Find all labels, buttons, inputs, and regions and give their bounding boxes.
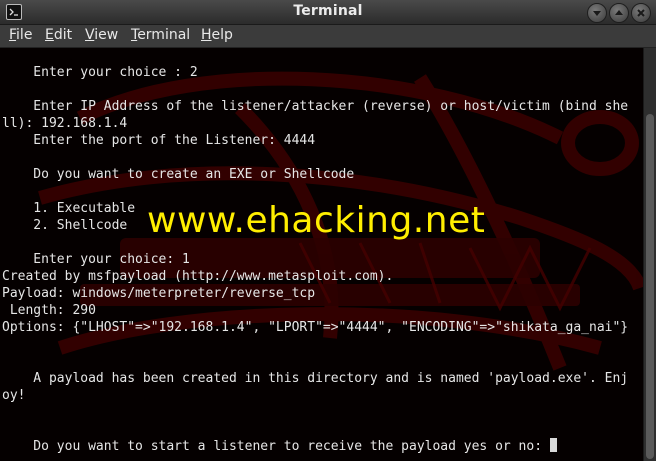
menu-help[interactable]: Help — [201, 27, 233, 43]
menu-view[interactable]: View — [85, 27, 118, 43]
terminal-prompt: Do you want to start a listener to recei… — [2, 439, 550, 454]
terminal-line: Enter the port of the Listener: 4444 — [2, 133, 316, 148]
terminal-output-area[interactable]: Enter your choice : 2 Enter IP Address o… — [0, 48, 643, 461]
maximize-button[interactable] — [609, 3, 629, 23]
terminal-line: A payload has been created in this direc… — [2, 371, 629, 386]
terminal-text: Enter your choice : 2 Enter IP Address o… — [2, 64, 628, 455]
terminal-line: Enter IP Address of the listener/attacke… — [2, 99, 629, 114]
vertical-scrollbar[interactable] — [643, 48, 656, 461]
terminal-line: Enter your choice : 2 — [2, 65, 198, 80]
close-icon — [637, 9, 645, 17]
title-bar[interactable]: Terminal — [0, 0, 656, 25]
minimize-icon — [593, 11, 601, 16]
terminal-line: Options: {"LHOST"=>"192.168.1.4", "LPORT… — [2, 320, 629, 335]
terminal-line: oy! — [2, 388, 26, 403]
menu-bar: File Edit View Terminal Help — [0, 25, 656, 48]
window-title: Terminal — [293, 3, 363, 19]
terminal-line: Created by msfpayload (http://www.metasp… — [2, 269, 394, 284]
minimize-button[interactable] — [587, 3, 607, 23]
menu-edit[interactable]: Edit — [45, 27, 72, 43]
menu-file[interactable]: File — [9, 27, 32, 43]
terminal-line: Do you want to create an EXE or Shellcod… — [2, 167, 355, 182]
terminal-window: Terminal File Edit View Terminal Help En… — [0, 0, 656, 461]
scrollbar-thumb[interactable] — [646, 114, 654, 459]
terminal-prompt-line: Do you want to start a listener to recei… — [2, 438, 628, 455]
terminal-line: Payload: windows/meterpreter/reverse_tcp — [2, 286, 316, 301]
menu-terminal[interactable]: Terminal — [131, 27, 190, 43]
maximize-icon — [615, 10, 623, 15]
terminal-line: Enter your choice: 1 — [2, 252, 190, 267]
watermark-text: www.ehacking.net — [147, 200, 486, 241]
text-cursor — [549, 438, 557, 452]
terminal-line: ll): 192.168.1.4 — [2, 116, 128, 131]
close-button[interactable] — [631, 3, 651, 23]
terminal-line: Length: 290 — [2, 303, 96, 318]
